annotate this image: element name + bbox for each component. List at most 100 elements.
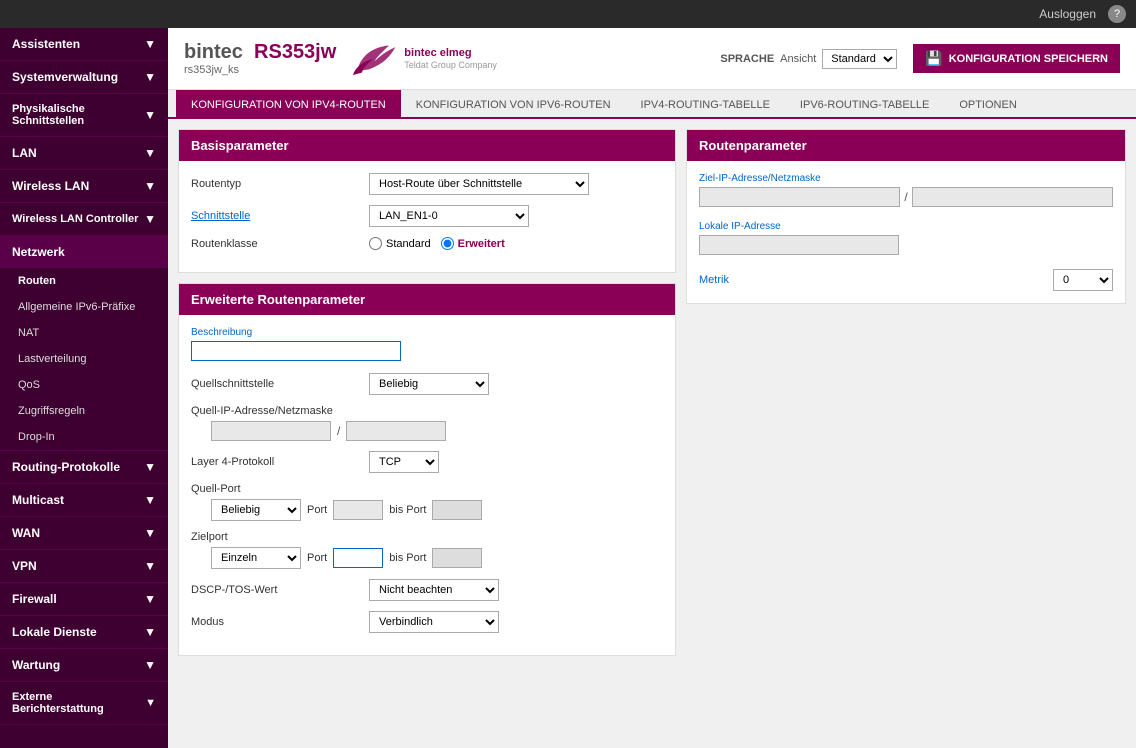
sidebar-item-firewall[interactable]: Firewall ▼ xyxy=(0,583,168,615)
sidebar-item-wan[interactable]: WAN ▼ xyxy=(0,517,168,549)
quellschnittstelle-control: Beliebig LAN_EN1-0 WAN xyxy=(369,373,663,395)
routentyp-label: Routentyp xyxy=(191,178,361,190)
beschreibung-input[interactable]: HTTP-Zugriff xyxy=(191,341,401,361)
sidebar-sub-nat[interactable]: NAT xyxy=(0,320,168,346)
sidebar-item-lokale[interactable]: Lokale Dienste ▼ xyxy=(0,616,168,648)
arrow-icon: ▼ xyxy=(144,179,156,193)
basisparameter-header: Basisparameter xyxy=(179,130,675,161)
sidebar-item-routing[interactable]: Routing-Protokolle ▼ xyxy=(0,451,168,483)
erweiterte-header: Erweiterte Routenparameter xyxy=(179,284,675,315)
routenparameter-body: Ziel-IP-Adresse/Netzmaske 192.168.0.254 … xyxy=(687,161,1125,303)
sidebar-sub-qos[interactable]: QoS xyxy=(0,372,168,398)
routentyp-select[interactable]: Host-Route über Schnittstelle Netzwerk-R… xyxy=(369,173,589,195)
quell-port-input[interactable]: -1 xyxy=(333,500,383,520)
ziel-sep: / xyxy=(904,190,907,204)
help-button[interactable]: ? xyxy=(1108,5,1126,23)
dscp-row: DSCP-/TOS-Wert Nicht beachten AF11 AF12 xyxy=(191,579,663,601)
sidebar-item-wireless-controller[interactable]: Wireless LAN Controller ▼ xyxy=(0,203,168,235)
quell-mask-input[interactable]: 0.0.0.0 xyxy=(346,421,446,441)
logout-link[interactable]: Ausloggen xyxy=(1039,7,1096,21)
arrow-icon: ▼ xyxy=(144,493,156,507)
tab-ipv4-tabelle[interactable]: IPV4-ROUTING-TABELLE xyxy=(626,90,785,119)
quell-ip-section: Quell-IP-Adresse/Netzmaske 0.0.0.0 / 0.0… xyxy=(191,405,663,441)
quellschnittstelle-row: Quellschnittstelle Beliebig LAN_EN1-0 WA… xyxy=(191,373,663,395)
schnittstelle-control: LAN_EN1-0 LAN_EN1-1 WAN xyxy=(369,205,663,227)
save-button[interactable]: 💾 KONFIGURATION SPEICHERN xyxy=(913,44,1120,73)
quell-ip-sep: / xyxy=(337,424,340,438)
sidebar-item-externe[interactable]: Externe Berichterstattung ▼ xyxy=(0,682,168,724)
tab-ipv6-routen[interactable]: KONFIGURATION VON IPV6-ROUTEN xyxy=(401,90,626,119)
sidebar-sub-zugriffsregeln[interactable]: Zugriffsregeln xyxy=(0,398,168,424)
arrow-icon: ▼ xyxy=(144,70,156,84)
brand-subtitle: rs353jw_ks xyxy=(184,64,336,76)
modus-control: Verbindlich Fallback xyxy=(369,611,663,633)
sidebar-section-assistenten: Assistenten ▼ xyxy=(0,28,168,61)
sidebar-item-vpn[interactable]: VPN ▼ xyxy=(0,550,168,582)
routenklasse-erweitert-radio[interactable] xyxy=(441,237,454,250)
sidebar-item-assistenten[interactable]: Assistenten ▼ xyxy=(0,28,168,60)
sidebar-sub-drop-in[interactable]: Drop-In xyxy=(0,424,168,450)
quell-ip-label: Quell-IP-Adresse/Netzmaske xyxy=(191,405,361,417)
sidebar-section-wan: WAN ▼ xyxy=(0,517,168,550)
sidebar-section-externe: Externe Berichterstattung ▼ xyxy=(0,682,168,725)
sidebar-sub-lastverteilung[interactable]: Lastverteilung xyxy=(0,346,168,372)
lokale-ip-input[interactable]: 192.168.0.254 xyxy=(699,235,899,255)
quell-port-bis-input[interactable]: -1 xyxy=(432,500,482,520)
arrow-icon: ▼ xyxy=(144,625,156,639)
sprache-label: SPRACHE xyxy=(720,53,774,65)
sprache-group: SPRACHE Ansicht Standard xyxy=(720,49,897,69)
sidebar-item-multicast[interactable]: Multicast ▼ xyxy=(0,484,168,516)
ziel-ip-inputs: 192.168.0.254 / 255.255.255.255 xyxy=(699,187,1113,207)
tab-ipv4-routen[interactable]: KONFIGURATION VON IPV4-ROUTEN xyxy=(176,90,401,119)
lokale-ip-section: Lokale IP-Adresse 192.168.0.254 xyxy=(699,221,1113,255)
ziel-ip-input[interactable]: 192.168.0.254 xyxy=(699,187,900,207)
modus-label: Modus xyxy=(191,616,361,628)
sidebar-section-netzwerk: Netzwerk Routen Allgemeine IPv6-Präfixe … xyxy=(0,236,168,451)
erweiterte-body: Beschreibung HTTP-Zugriff Quellschnittst… xyxy=(179,315,675,655)
quellschnittstelle-select[interactable]: Beliebig LAN_EN1-0 WAN xyxy=(369,373,489,395)
sidebar-section-wartung: Wartung ▼ xyxy=(0,649,168,682)
zielport-input[interactable]: 80 xyxy=(333,548,383,568)
layer4-control: TCP UDP Beliebig xyxy=(369,451,663,473)
header-brand: bintec RS353jw rs353jw_ks bintec elmeg T… xyxy=(184,39,497,79)
sidebar-sub-routen[interactable]: Routen xyxy=(0,268,168,294)
zielport-type-select[interactable]: Beliebig Einzeln Bereich xyxy=(211,547,301,569)
routentyp-control: Host-Route über Schnittstelle Netzwerk-R… xyxy=(369,173,663,195)
schnittstelle-label[interactable]: Schnittstelle xyxy=(191,210,361,222)
routenklasse-standard-radio[interactable] xyxy=(369,237,382,250)
sidebar-section-lokale: Lokale Dienste ▼ xyxy=(0,616,168,649)
tab-ipv6-tabelle[interactable]: IPV6-ROUTING-TABELLE xyxy=(785,90,944,119)
sidebar-item-wartung[interactable]: Wartung ▼ xyxy=(0,649,168,681)
sidebar-section-lan: LAN ▼ xyxy=(0,137,168,170)
routenparameter-panel: Routenparameter Ziel-IP-Adresse/Netzmask… xyxy=(686,129,1126,304)
routenklasse-control: Standard Erweitert xyxy=(369,237,663,250)
sidebar-section-multicast: Multicast ▼ xyxy=(0,484,168,517)
layer4-select[interactable]: TCP UDP Beliebig xyxy=(369,451,439,473)
metrik-select[interactable]: 0 1 2 xyxy=(1053,269,1113,291)
lokale-ip-inputs: 192.168.0.254 xyxy=(699,235,1113,255)
schnittstelle-select[interactable]: LAN_EN1-0 LAN_EN1-1 WAN xyxy=(369,205,529,227)
modus-select[interactable]: Verbindlich Fallback xyxy=(369,611,499,633)
sidebar-item-systemverwaltung[interactable]: Systemverwaltung ▼ xyxy=(0,61,168,93)
sidebar-item-lan[interactable]: LAN ▼ xyxy=(0,137,168,169)
ansicht-select[interactable]: Standard xyxy=(822,49,897,69)
sidebar-section-routing: Routing-Protokolle ▼ xyxy=(0,451,168,484)
quell-port-type-select[interactable]: Beliebig Einzeln Bereich xyxy=(211,499,301,521)
zielport-bis-input[interactable]: -1 xyxy=(432,548,482,568)
quell-ip-input[interactable]: 0.0.0.0 xyxy=(211,421,331,441)
routenklasse-label: Routenklasse xyxy=(191,238,361,250)
bis-label2: bis Port xyxy=(389,552,426,564)
sidebar-item-netzwerk[interactable]: Netzwerk xyxy=(0,236,168,268)
ziel-mask-input[interactable]: 255.255.255.255 xyxy=(912,187,1113,207)
sidebar-sub-allgemeine-ipv6[interactable]: Allgemeine IPv6-Präfixe xyxy=(0,294,168,320)
quell-ip-inputs: 0.0.0.0 / 0.0.0.0 xyxy=(191,421,663,441)
dscp-label: DSCP-/TOS-Wert xyxy=(191,584,361,596)
tab-optionen[interactable]: OPTIONEN xyxy=(944,90,1031,119)
basisparameter-panel: Basisparameter Routentyp Host-Route über… xyxy=(178,129,676,273)
left-panels: Basisparameter Routentyp Host-Route über… xyxy=(178,129,676,738)
ziel-ip-section: Ziel-IP-Adresse/Netzmaske 192.168.0.254 … xyxy=(699,173,1113,207)
dscp-select[interactable]: Nicht beachten AF11 AF12 xyxy=(369,579,499,601)
metrik-row: Metrik 0 1 2 xyxy=(699,269,1113,291)
sidebar-item-wireless-lan[interactable]: Wireless LAN ▼ xyxy=(0,170,168,202)
sidebar-item-physikalische[interactable]: Physikalische Schnittstellen ▼ xyxy=(0,94,168,136)
